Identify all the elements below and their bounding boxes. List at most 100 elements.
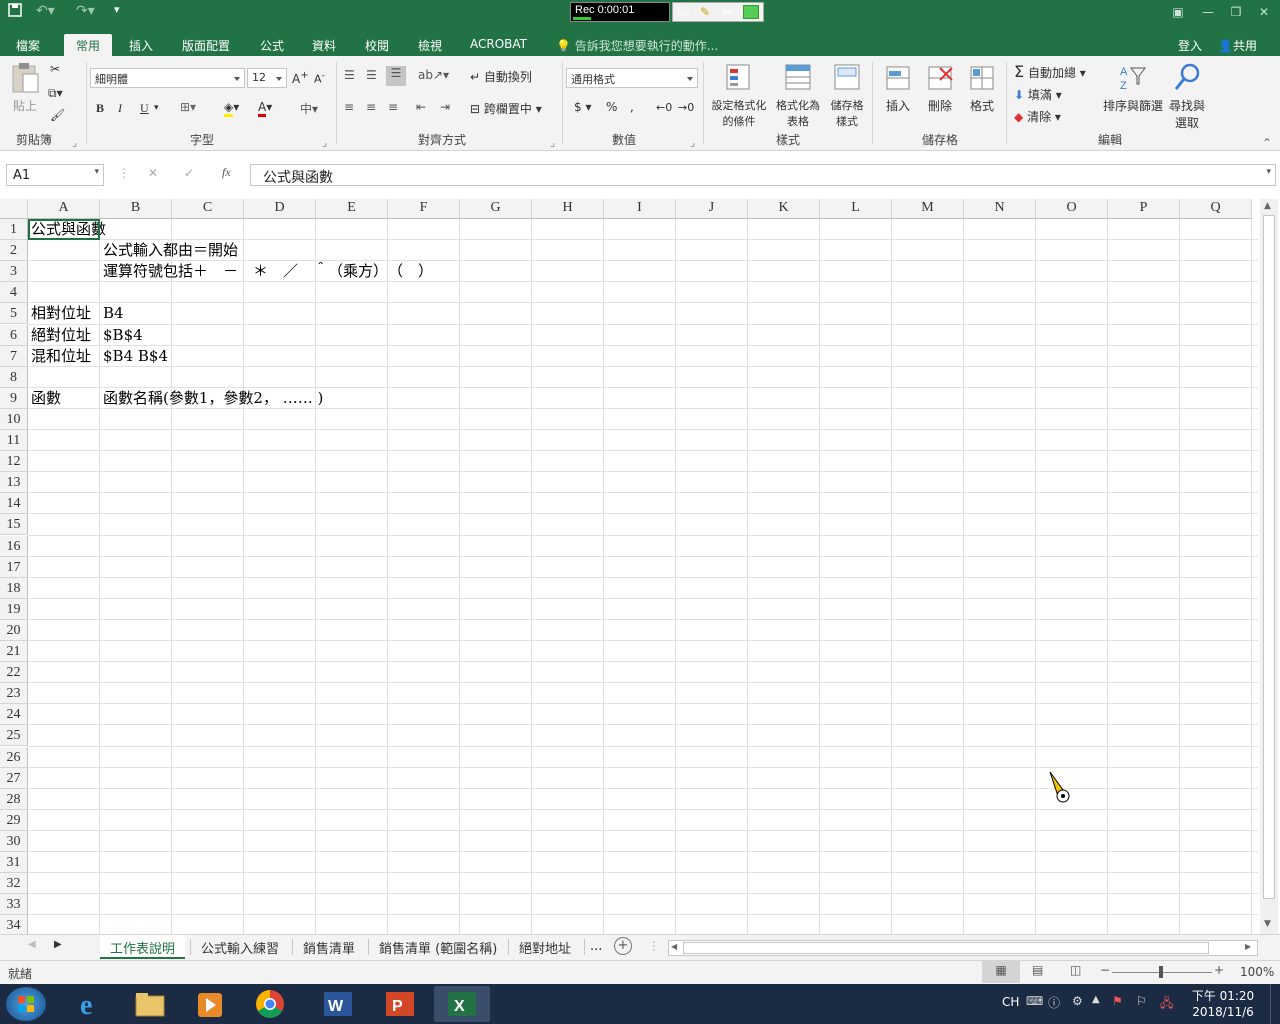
cell-B2[interactable]: 公式輸入都由＝開始 bbox=[100, 240, 238, 261]
row-header-11[interactable]: 11 bbox=[0, 430, 28, 452]
decrease-font-icon[interactable]: A- bbox=[314, 70, 325, 86]
bold-button[interactable]: B bbox=[96, 101, 104, 116]
redo-icon[interactable]: ↷▾ bbox=[76, 3, 95, 19]
ime-settings-icon[interactable]: ⚙ bbox=[1072, 994, 1083, 1008]
currency-icon[interactable]: $ ▾ bbox=[574, 100, 591, 114]
format-as-table-button[interactable]: 格式化為 表格 bbox=[772, 62, 824, 129]
row-header-4[interactable]: 4 bbox=[0, 282, 28, 304]
start-button[interactable] bbox=[6, 987, 46, 1021]
scroll-down-icon[interactable]: ▼ bbox=[1264, 919, 1271, 929]
align-left-icon[interactable]: ≡ bbox=[344, 100, 354, 114]
row-header-32[interactable]: 32 bbox=[0, 873, 28, 895]
select-all-corner[interactable] bbox=[0, 199, 28, 219]
find-select-button[interactable]: 尋找與 選取 bbox=[1168, 62, 1206, 131]
align-center-icon[interactable]: ≡ bbox=[366, 100, 376, 114]
scroll-right-icon[interactable]: ▶ bbox=[1245, 942, 1251, 951]
customize-quick-access-icon[interactable]: ▾ bbox=[114, 3, 120, 16]
column-header-N[interactable]: N bbox=[964, 199, 1036, 219]
tell-me-box[interactable]: 💡 告訴我您想要執行的動作... bbox=[556, 34, 718, 56]
ribbon-display-icon[interactable]: ▣ bbox=[1168, 5, 1188, 21]
row-header-16[interactable]: 16 bbox=[0, 535, 28, 557]
prev-sheet-icon[interactable]: ◀ bbox=[28, 939, 36, 950]
row-header-8[interactable]: 8 bbox=[0, 366, 28, 388]
word-taskbar-icon[interactable]: W bbox=[310, 986, 366, 1022]
vertical-scrollbar[interactable]: ▲ ▼ bbox=[1260, 199, 1278, 934]
copy-icon[interactable]: ⧉▾ bbox=[48, 86, 63, 101]
number-format-select[interactable]: 通用格式 bbox=[566, 68, 698, 88]
row-header-12[interactable]: 12 bbox=[0, 451, 28, 473]
sheet-tab-4[interactable]: 絕對地址 bbox=[509, 935, 581, 959]
phonetic-icon[interactable]: 中▾ bbox=[300, 100, 318, 117]
row-header-5[interactable]: 5 bbox=[0, 303, 28, 325]
column-header-F[interactable]: F bbox=[388, 199, 460, 219]
row-header-3[interactable]: 3 bbox=[0, 261, 28, 283]
row-header-33[interactable]: 33 bbox=[0, 894, 28, 916]
recorder-cut-icon[interactable]: ✂ bbox=[719, 5, 735, 19]
format-painter-icon[interactable]: 🖌 bbox=[50, 108, 65, 122]
restore-icon[interactable]: ❐ bbox=[1226, 5, 1246, 21]
row-header-14[interactable]: 14 bbox=[0, 493, 28, 515]
cell-A9[interactable]: 函數 bbox=[28, 388, 61, 409]
increase-font-icon[interactable]: A+ bbox=[292, 70, 309, 86]
row-header-26[interactable]: 26 bbox=[0, 746, 28, 768]
row-header-18[interactable]: 18 bbox=[0, 577, 28, 599]
row-header-20[interactable]: 20 bbox=[0, 619, 28, 641]
column-header-O[interactable]: O bbox=[1036, 199, 1108, 219]
vertical-scroll-thumb[interactable] bbox=[1263, 215, 1275, 899]
merge-center-button[interactable]: ⊟ 跨欄置中 ▾ bbox=[470, 100, 542, 117]
column-header-Q[interactable]: Q bbox=[1180, 199, 1252, 219]
undo-icon[interactable]: ↶▾ bbox=[36, 3, 55, 19]
row-header-2[interactable]: 2 bbox=[0, 240, 28, 262]
row-header-27[interactable]: 27 bbox=[0, 767, 28, 789]
keyboard-icon[interactable]: ⌨ bbox=[1026, 994, 1043, 1008]
tab-home[interactable]: 常用 bbox=[64, 34, 113, 56]
recorder-pen-icon[interactable]: ✎ bbox=[697, 5, 713, 19]
underline-button[interactable]: U bbox=[140, 101, 149, 116]
align-top-icon[interactable]: ☰ bbox=[344, 68, 355, 82]
tab-insert[interactable]: 插入 bbox=[129, 34, 153, 56]
collapse-ribbon-icon[interactable]: ⌃ bbox=[1262, 136, 1272, 150]
column-header-H[interactable]: H bbox=[532, 199, 604, 219]
page-break-view-icon[interactable]: ◫ bbox=[1070, 963, 1081, 977]
alignment-launcher-icon[interactable]: ⌟ bbox=[550, 136, 555, 149]
recorder-stop-icon[interactable] bbox=[743, 5, 759, 19]
formula-input[interactable]: 公式與函數 ▾ bbox=[250, 164, 1276, 186]
row-header-23[interactable]: 23 bbox=[0, 683, 28, 705]
show-desktop-button[interactable] bbox=[1270, 984, 1280, 1024]
zoom-slider-thumb[interactable] bbox=[1159, 966, 1163, 978]
clipboard-launcher-icon[interactable]: ⌟ bbox=[72, 136, 77, 149]
insert-function-icon[interactable]: fx bbox=[222, 165, 231, 180]
column-header-G[interactable]: G bbox=[460, 199, 532, 219]
row-header-25[interactable]: 25 bbox=[0, 725, 28, 747]
row-header-31[interactable]: 31 bbox=[0, 852, 28, 874]
new-sheet-icon[interactable]: + bbox=[614, 937, 632, 955]
column-header-D[interactable]: D bbox=[244, 199, 316, 219]
row-header-15[interactable]: 15 bbox=[0, 514, 28, 536]
row-header-34[interactable]: 34 bbox=[0, 915, 28, 934]
row-header-9[interactable]: 9 bbox=[0, 387, 28, 409]
row-header-19[interactable]: 19 bbox=[0, 598, 28, 620]
input-language[interactable]: CH bbox=[1002, 995, 1019, 1009]
font-size-select[interactable]: 12 bbox=[247, 68, 287, 88]
fill-button[interactable]: ⬇ 填滿 ▾ bbox=[1014, 86, 1062, 103]
row-header-21[interactable]: 21 bbox=[0, 641, 28, 663]
column-header-K[interactable]: K bbox=[748, 199, 820, 219]
tab-split-handle[interactable]: ⋮ bbox=[648, 939, 660, 953]
minimize-icon[interactable]: — bbox=[1198, 5, 1218, 21]
tab-file[interactable]: 檔案 bbox=[16, 34, 40, 56]
tab-page-layout[interactable]: 版面配置 bbox=[182, 34, 230, 56]
column-header-M[interactable]: M bbox=[892, 199, 964, 219]
cell-styles-button[interactable]: 儲存格 樣式 bbox=[826, 62, 868, 129]
row-header-10[interactable]: 10 bbox=[0, 408, 28, 430]
worksheet-grid[interactable]: A B C D E F G H I J K L M N O P Q 1 2 3 4 5 6 7 8 9 10 11 12 13 14 15 16… bbox=[0, 199, 1258, 934]
column-header-C[interactable]: C bbox=[172, 199, 244, 219]
system-clock[interactable]: 下午 01:20 2018/11/6 bbox=[1188, 988, 1258, 1020]
wrap-text-button[interactable]: ↵ 自動換列 bbox=[470, 68, 532, 85]
align-bottom-icon[interactable]: ☰ bbox=[386, 66, 406, 86]
italic-button[interactable]: I bbox=[118, 101, 122, 116]
scroll-up-icon[interactable]: ▲ bbox=[1264, 201, 1271, 211]
signin-link[interactable]: 登入 bbox=[1178, 34, 1202, 56]
row-header-24[interactable]: 24 bbox=[0, 704, 28, 726]
help-icon[interactable]: ⓘ bbox=[1048, 994, 1060, 1011]
show-hidden-icons[interactable]: ▲ bbox=[1092, 994, 1100, 1005]
